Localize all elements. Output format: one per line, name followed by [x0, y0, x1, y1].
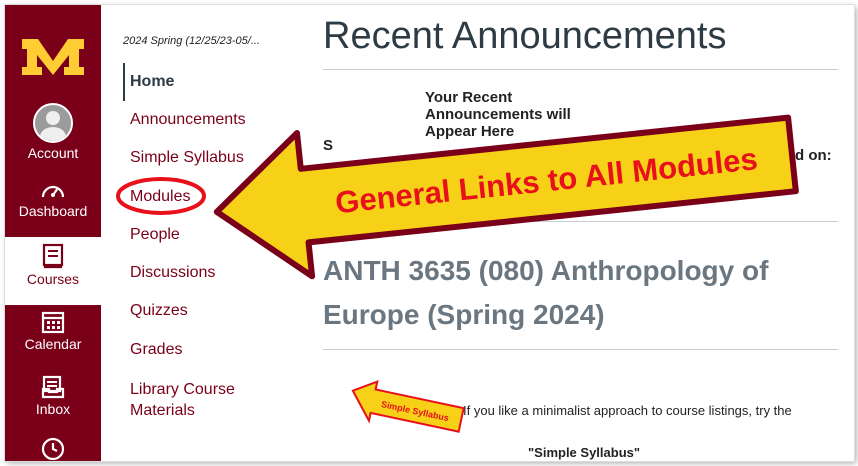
- course-nav-grades[interactable]: Grades: [130, 341, 182, 359]
- hidden-text-fragment: S: [323, 137, 334, 154]
- hidden-text-fragment-right: d on:: [795, 147, 832, 164]
- courses-icon: [42, 243, 64, 269]
- account-avatar-icon: [33, 103, 73, 143]
- course-nav-library-course-materials[interactable]: Library Course Materials: [130, 379, 260, 421]
- page-title: Recent Announcements: [323, 15, 727, 57]
- history-nav[interactable]: [5, 437, 101, 461]
- minimalist-text: If you like a minimalist approach to cou…: [463, 403, 792, 418]
- app-window: Account Dashboard Courses Calendar Inbox…: [5, 5, 854, 461]
- inbox-nav[interactable]: Inbox: [5, 375, 101, 417]
- course-nav-discussions[interactable]: Discussions: [130, 264, 215, 282]
- inbox-icon: [41, 375, 65, 399]
- section-divider: [323, 221, 838, 222]
- course-nav-quizzes[interactable]: Quizzes: [130, 302, 188, 320]
- account-nav[interactable]: Account: [5, 103, 101, 161]
- title-divider: [323, 69, 838, 70]
- main-content: Recent Announcements Your Recent Announc…: [323, 5, 854, 461]
- dashboard-icon: [41, 185, 65, 198]
- course-nav-announcements[interactable]: Announcements: [130, 111, 246, 129]
- simple-syllabus-quote: "Simple Syllabus": [528, 445, 641, 460]
- course-nav-people[interactable]: People: [130, 226, 180, 244]
- course-title: ANTH 3635 (080) Anthropology of Europe (…: [323, 255, 769, 330]
- umn-logo-icon[interactable]: [18, 35, 88, 84]
- course-nav-simple-syllabus[interactable]: Simple Syllabus: [130, 149, 244, 167]
- calendar-nav[interactable]: Calendar: [5, 310, 101, 352]
- term-label: 2024 Spring (12/25/23-05/...: [123, 35, 260, 47]
- course-nav-home[interactable]: Home: [130, 73, 174, 91]
- calendar-icon: [41, 311, 65, 334]
- global-nav: Account Dashboard Courses Calendar Inbox: [5, 5, 101, 461]
- course-nav: 2024 Spring (12/25/23-05/... Home Announ…: [101, 5, 301, 461]
- courses-nav[interactable]: Courses: [5, 237, 101, 305]
- recent-announcements-text: Your Recent Announcements will Appear He…: [425, 89, 571, 140]
- history-clock-icon: [41, 437, 65, 461]
- course-nav-modules[interactable]: Modules: [130, 188, 190, 206]
- dashboard-nav[interactable]: Dashboard: [5, 179, 101, 219]
- active-indicator: [123, 63, 125, 101]
- section-divider-2: [323, 349, 838, 350]
